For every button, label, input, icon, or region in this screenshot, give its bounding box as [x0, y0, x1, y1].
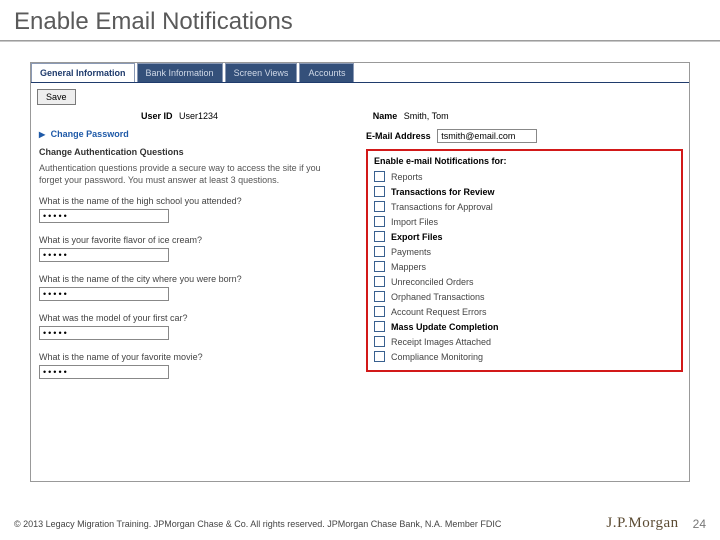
copyright-text: © 2013 Legacy Migration Training. JPMorg… — [14, 519, 501, 529]
security-question: What is the name of your favorite movie? — [39, 352, 352, 379]
notification-option: Transactions for Review — [374, 186, 675, 197]
notification-label: Mappers — [391, 262, 426, 272]
security-answer-field[interactable] — [39, 209, 169, 223]
app-screenshot: General Information Bank Information Scr… — [30, 62, 690, 482]
notification-option: Transactions for Approval — [374, 201, 675, 212]
notification-option: Receipt Images Attached — [374, 336, 675, 347]
notification-checkbox[interactable] — [374, 276, 385, 287]
security-question: What is your favorite flavor of ice crea… — [39, 235, 352, 262]
title-underline — [0, 40, 720, 42]
triangle-right-icon: ▶ — [39, 130, 45, 139]
notification-label: Orphaned Transactions — [391, 292, 485, 302]
notification-checkbox[interactable] — [374, 201, 385, 212]
notification-label: Import Files — [391, 217, 438, 227]
toolbar: Save — [31, 83, 689, 109]
tab-bank-information[interactable]: Bank Information — [137, 63, 223, 82]
notification-checkbox[interactable] — [374, 291, 385, 302]
notification-checkbox[interactable] — [374, 261, 385, 272]
notification-label: Reports — [391, 172, 423, 182]
change-password-link[interactable]: ▶ Change Password — [39, 129, 352, 139]
notification-option: Unreconciled Orders — [374, 276, 675, 287]
security-answer-field[interactable] — [39, 365, 169, 379]
user-name-label: Name — [373, 111, 398, 121]
notification-option: Compliance Monitoring — [374, 351, 675, 362]
notification-option: Reports — [374, 171, 675, 182]
security-question-text: What was the model of your first car? — [39, 313, 352, 323]
notification-checkbox[interactable] — [374, 246, 385, 257]
auth-questions-title: Change Authentication Questions — [39, 147, 352, 157]
notification-option: Mass Update Completion — [374, 321, 675, 332]
tab-accounts[interactable]: Accounts — [299, 63, 354, 82]
security-question-text: What is the name of your favorite movie? — [39, 352, 352, 362]
notification-checkbox[interactable] — [374, 231, 385, 242]
security-question: What is the name of the high school you … — [39, 196, 352, 223]
notification-label: Transactions for Approval — [391, 202, 493, 212]
security-question-text: What is the name of the city where you w… — [39, 274, 352, 284]
notification-checkbox[interactable] — [374, 321, 385, 332]
notifications-highlight-box: Enable e-mail Notifications for: Reports… — [366, 149, 683, 372]
user-id-value: User1234 — [179, 111, 218, 121]
jpmorgan-logo: J.P.Morgan — [606, 515, 678, 532]
notification-checkbox[interactable] — [374, 351, 385, 362]
notifications-title: Enable e-mail Notifications for: — [374, 156, 675, 166]
tab-strip: General Information Bank Information Scr… — [31, 63, 689, 83]
notification-label: Export Files — [391, 232, 443, 242]
page-number: 24 — [693, 517, 706, 531]
user-name-value: Smith, Tom — [404, 111, 449, 121]
email-field[interactable] — [437, 129, 537, 143]
notification-label: Mass Update Completion — [391, 322, 499, 332]
notification-label: Receipt Images Attached — [391, 337, 491, 347]
tab-general-information[interactable]: General Information — [31, 63, 135, 82]
left-column: ▶ Change Password Change Authentication … — [31, 127, 360, 393]
notification-checkbox[interactable] — [374, 216, 385, 227]
notification-label: Compliance Monitoring — [391, 352, 483, 362]
notification-option: Payments — [374, 246, 675, 257]
security-question-text: What is your favorite flavor of ice crea… — [39, 235, 352, 245]
notification-checkbox[interactable] — [374, 171, 385, 182]
slide-title: Enable Email Notifications — [14, 8, 706, 36]
notification-option: Orphaned Transactions — [374, 291, 675, 302]
notification-checkbox[interactable] — [374, 306, 385, 317]
right-column: E-Mail Address Enable e-mail Notificatio… — [360, 127, 689, 393]
email-label: E-Mail Address — [366, 131, 431, 141]
notification-checkbox[interactable] — [374, 186, 385, 197]
notification-label: Account Request Errors — [391, 307, 487, 317]
notification-checkbox[interactable] — [374, 336, 385, 347]
tab-screen-views[interactable]: Screen Views — [225, 63, 298, 82]
notification-option: Account Request Errors — [374, 306, 675, 317]
security-question-text: What is the name of the high school you … — [39, 196, 352, 206]
notification-label: Payments — [391, 247, 431, 257]
security-answer-field[interactable] — [39, 248, 169, 262]
security-question: What was the model of your first car? — [39, 313, 352, 340]
notification-option: Export Files — [374, 231, 675, 242]
notification-option: Import Files — [374, 216, 675, 227]
auth-questions-desc: Authentication questions provide a secur… — [39, 163, 321, 186]
slide-title-bar: Enable Email Notifications — [0, 0, 720, 40]
notification-option: Mappers — [374, 261, 675, 272]
save-button[interactable]: Save — [37, 89, 76, 105]
user-id-label: User ID — [141, 111, 173, 121]
security-question: What is the name of the city where you w… — [39, 274, 352, 301]
security-answer-field[interactable] — [39, 326, 169, 340]
slide-footer: © 2013 Legacy Migration Training. JPMorg… — [14, 515, 706, 532]
notification-label: Unreconciled Orders — [391, 277, 474, 287]
security-answer-field[interactable] — [39, 287, 169, 301]
notification-label: Transactions for Review — [391, 187, 495, 197]
user-info-row: User ID User1234 Name Smith, Tom — [31, 109, 689, 127]
